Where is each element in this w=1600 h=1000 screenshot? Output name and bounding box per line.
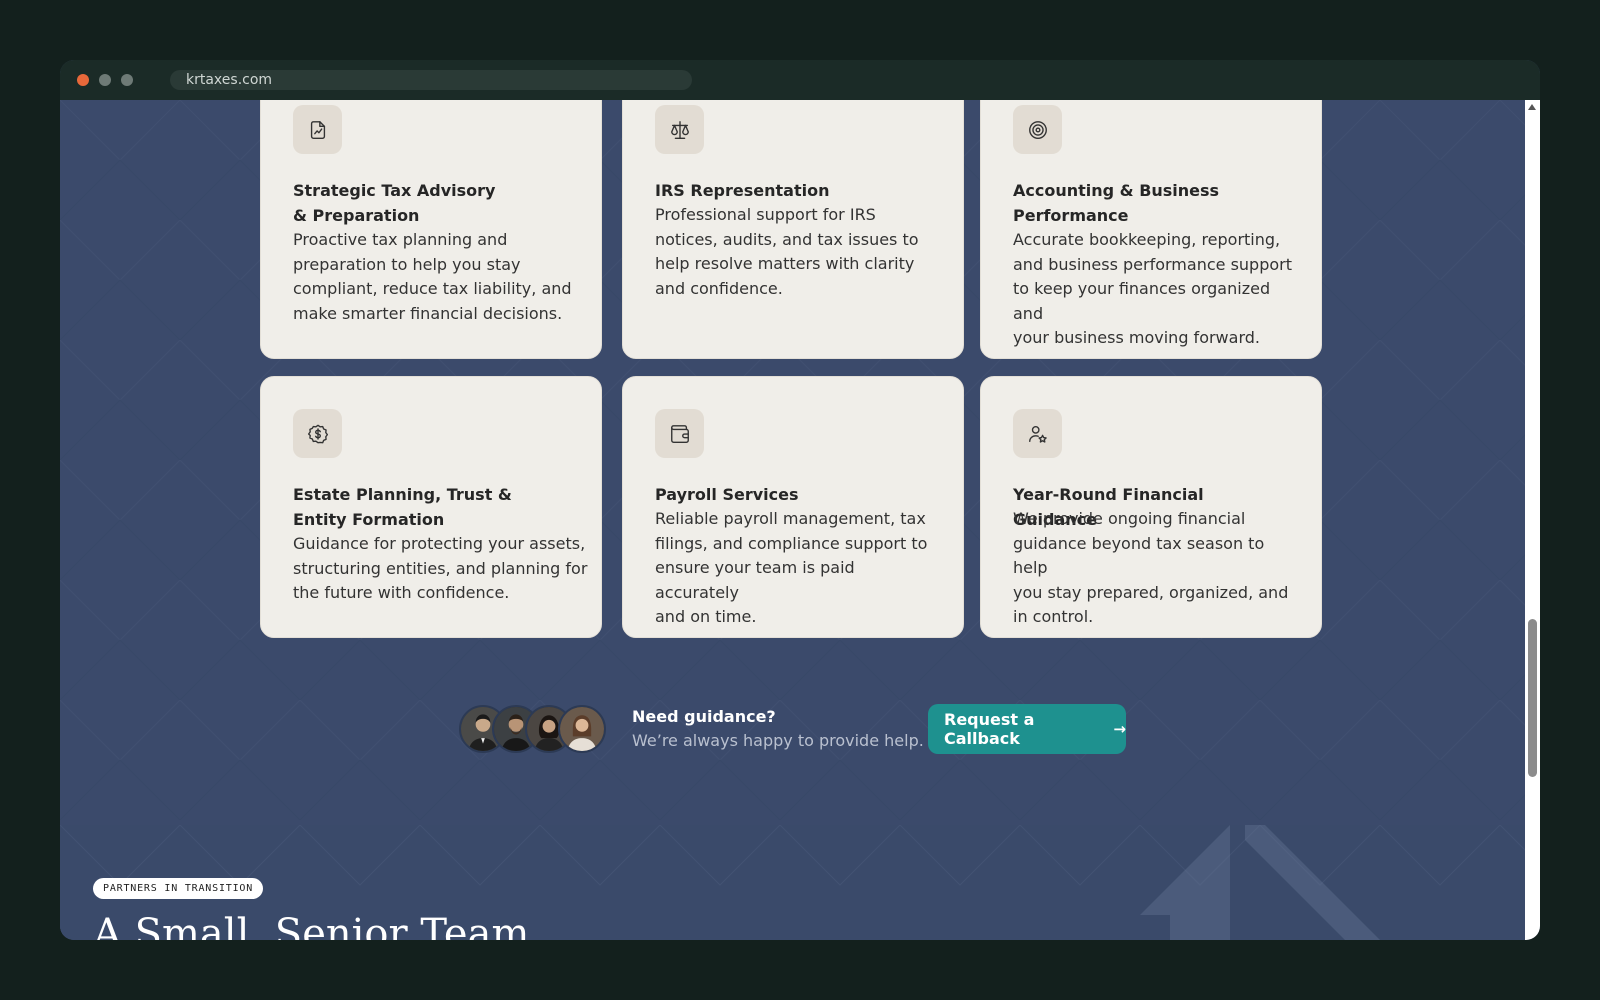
card-description-line: notices, audits, and tax issues to bbox=[655, 229, 919, 249]
service-card-accounting[interactable]: Accounting & Business Performance Accura… bbox=[980, 100, 1322, 359]
service-card-irs-representation[interactable]: IRS Representation Professional support … bbox=[622, 100, 964, 359]
service-card-strategic-tax[interactable]: Strategic Tax Advisory & Preparation Pro… bbox=[260, 100, 602, 359]
card-description-line: to keep your finances organized and bbox=[1013, 279, 1271, 323]
page-viewport: Strategic Tax Advisory & Preparation Pro… bbox=[60, 100, 1525, 940]
card-description-line: your business moving forward. bbox=[1013, 328, 1260, 347]
card-title-line: Estate Planning, Trust & bbox=[293, 485, 512, 504]
scales-icon bbox=[655, 105, 704, 154]
card-description-line: preparation to help you stay bbox=[293, 254, 521, 274]
browser-window: krtaxes.com Strategic Tax Advisory & Pre… bbox=[60, 60, 1540, 940]
card-title-line: Performance bbox=[1013, 205, 1129, 225]
card-title-line: & Preparation bbox=[293, 205, 420, 225]
service-card-estate-planning[interactable]: Estate Planning, Trust & Entity Formatio… bbox=[260, 376, 602, 638]
card-description-line: compliant, reduce tax liability, and bbox=[293, 279, 572, 298]
card-description-line: help resolve matters with clarity bbox=[655, 254, 915, 273]
card-description-line: ensure your team is paid accurately bbox=[655, 558, 855, 602]
card-description-line: in control. bbox=[1013, 607, 1094, 626]
card-description-line: Accurate bookkeeping, reporting, bbox=[1013, 230, 1281, 249]
card-description-line: guidance beyond tax season to help bbox=[1013, 533, 1265, 578]
close-window-button[interactable] bbox=[77, 74, 89, 86]
card-description-line: and on time. bbox=[655, 607, 757, 626]
guidance-subtitle: We’re always happy to provide help. bbox=[632, 731, 924, 750]
dollar-badge-icon bbox=[293, 409, 342, 458]
scrollbar-thumb[interactable] bbox=[1528, 619, 1537, 777]
section-eyebrow-badge: PARTNERS IN TRANSITION bbox=[93, 878, 264, 899]
team-section-title: A Small, Senior Team bbox=[93, 911, 530, 940]
card-description-line: and business performance support bbox=[1013, 254, 1292, 274]
page-scrollbar[interactable] bbox=[1525, 100, 1540, 940]
service-card-year-round-guidance[interactable]: Year-Round Financial Guidance We provide… bbox=[980, 376, 1322, 638]
arrow-right-icon: → bbox=[1113, 720, 1126, 738]
browser-titlebar: krtaxes.com bbox=[60, 60, 1540, 100]
scroll-up-arrow-icon[interactable] bbox=[1528, 104, 1536, 110]
service-card-payroll[interactable]: Payroll Services Reliable payroll manage… bbox=[622, 376, 964, 638]
request-callback-label: Request a Callback bbox=[944, 710, 1035, 748]
card-title-line: Entity Formation bbox=[293, 509, 445, 529]
card-title-line: Accounting & Business bbox=[1013, 181, 1220, 200]
card-title-line: Strategic Tax Advisory bbox=[293, 181, 496, 200]
team-avatars bbox=[459, 705, 609, 753]
card-title-line: IRS Representation bbox=[655, 181, 830, 200]
house-graphic-icon bbox=[1140, 825, 1380, 940]
card-title-line: Payroll Services bbox=[655, 485, 799, 504]
card-description-line: filings, and compliance support to bbox=[655, 533, 928, 553]
user-star-icon bbox=[1013, 409, 1062, 458]
document-chart-icon bbox=[293, 105, 342, 154]
card-description-line: and confidence. bbox=[655, 278, 783, 298]
guidance-title: Need guidance? bbox=[632, 707, 776, 726]
avatar bbox=[558, 705, 606, 753]
card-description-line: We provide ongoing financial bbox=[1013, 509, 1246, 528]
minimize-window-button[interactable] bbox=[99, 74, 111, 86]
address-bar[interactable]: krtaxes.com bbox=[170, 70, 692, 90]
wallet-icon bbox=[655, 409, 704, 458]
card-description-line: the future with confidence. bbox=[293, 583, 510, 602]
card-description-line: make smarter financial decisions. bbox=[293, 303, 563, 323]
request-callback-button[interactable]: Request a Callback → bbox=[928, 704, 1126, 754]
card-description-line: you stay prepared, organized, and bbox=[1013, 582, 1289, 602]
card-description-line: Professional support for IRS bbox=[655, 205, 876, 224]
maximize-window-button[interactable] bbox=[121, 74, 133, 86]
target-icon bbox=[1013, 105, 1062, 154]
card-description-line: Reliable payroll management, tax bbox=[655, 509, 926, 528]
card-description-line: Guidance for protecting your assets, bbox=[293, 534, 586, 553]
card-description-line: Proactive tax planning and bbox=[293, 230, 508, 249]
card-description-line: structuring entities, and planning for bbox=[293, 558, 588, 578]
